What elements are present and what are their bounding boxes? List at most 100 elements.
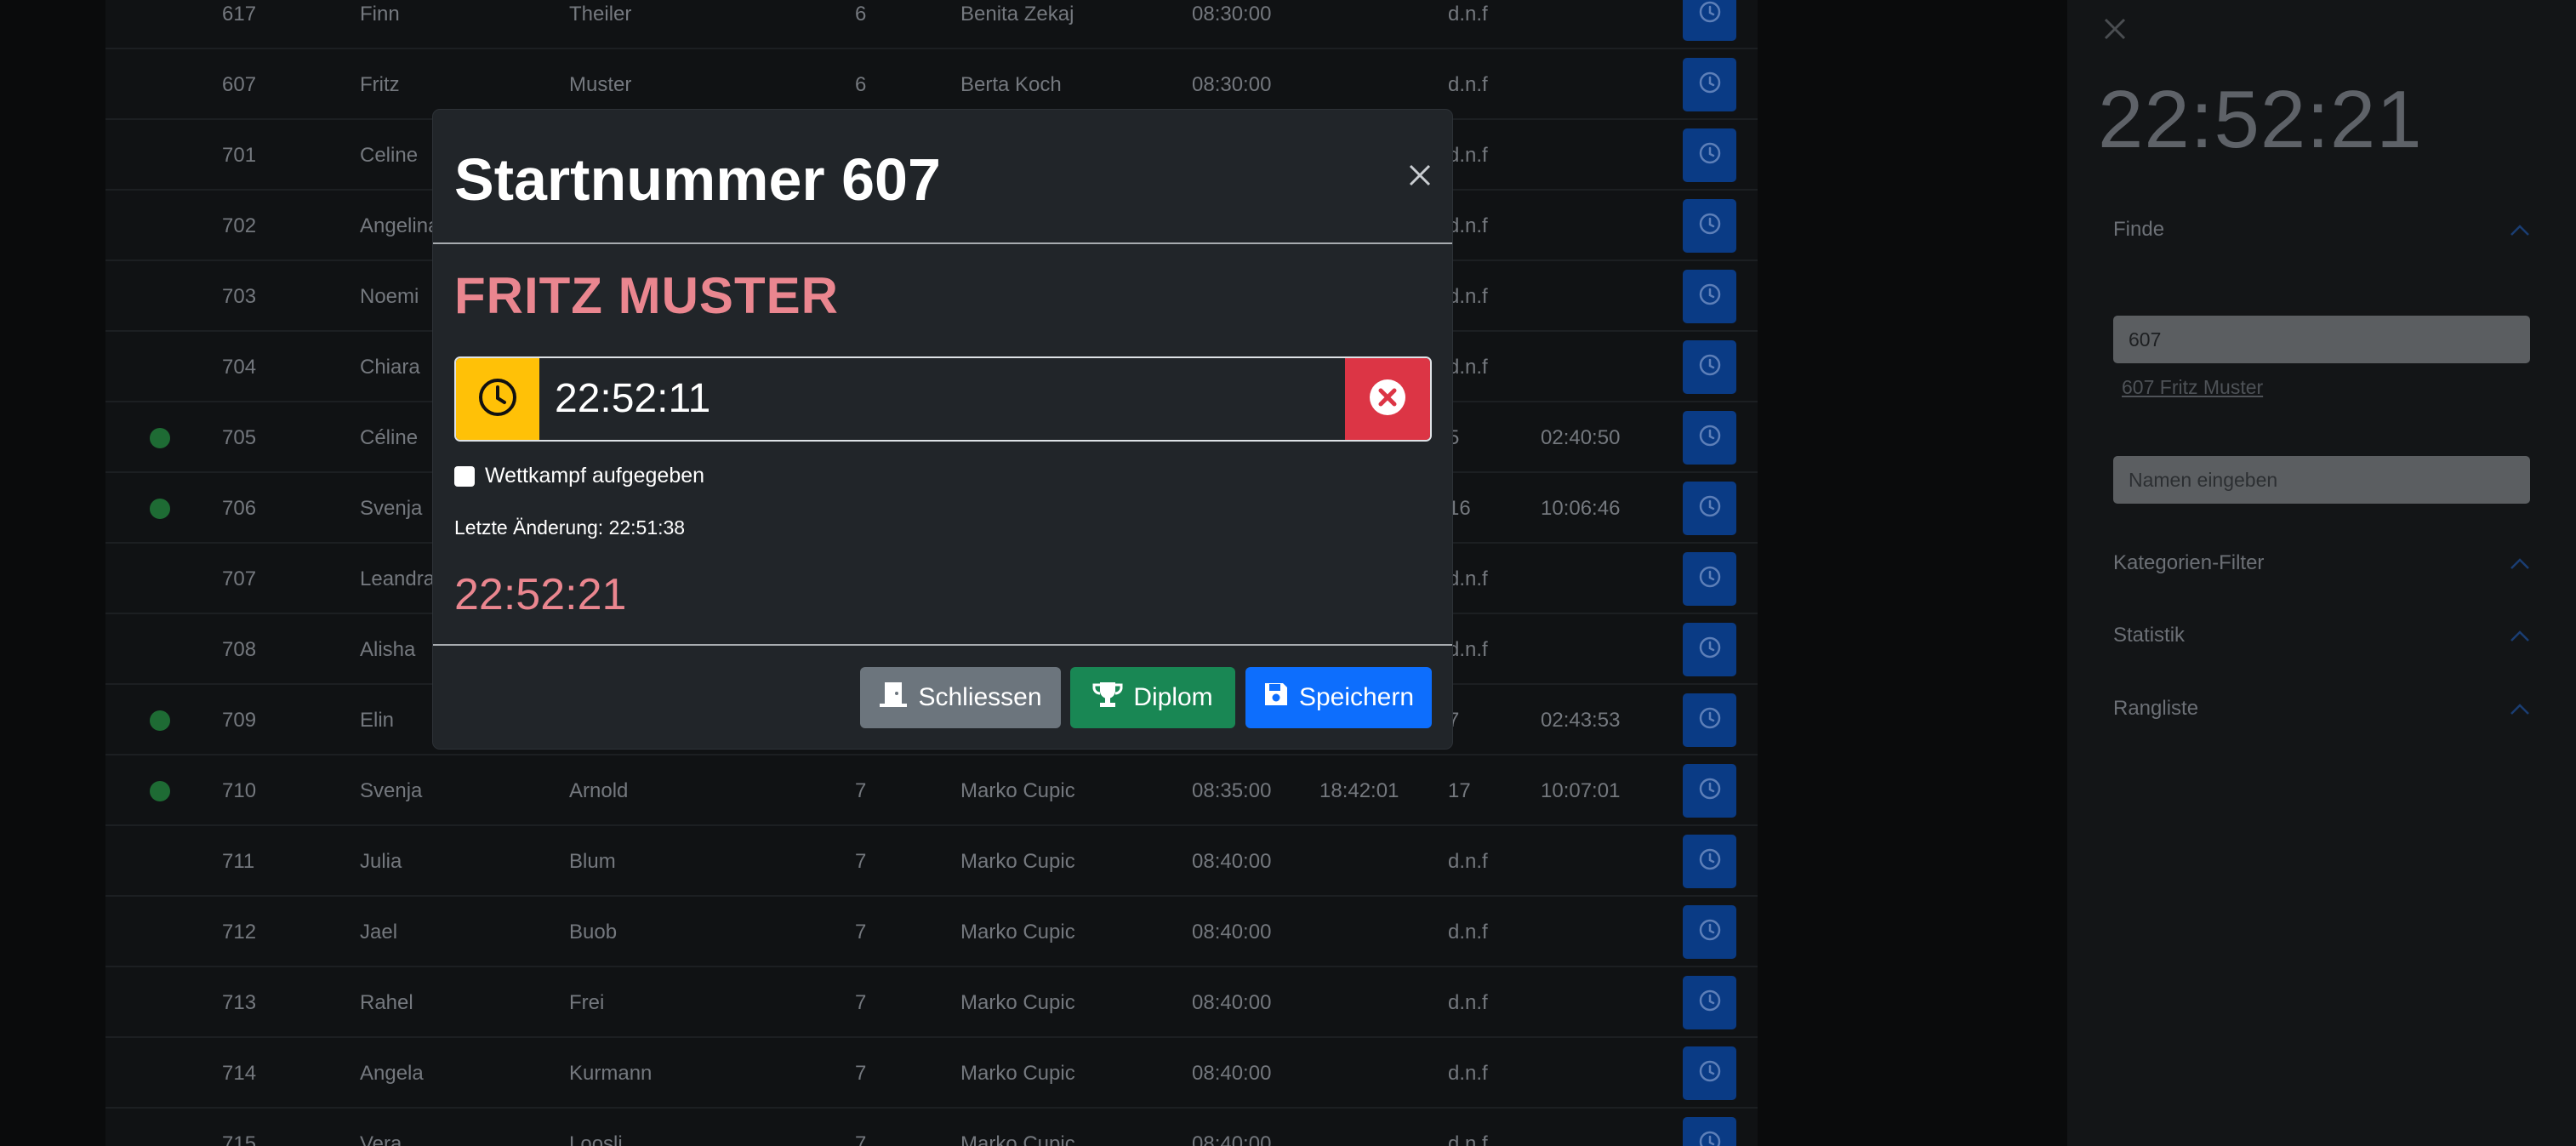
clock-icon [1698, 989, 1722, 1017]
cell-first: Alisha [360, 638, 416, 661]
clock-icon [1698, 706, 1722, 734]
clock-icon [1698, 1130, 1722, 1146]
row-time-button[interactable] [1683, 905, 1736, 959]
search-result-link[interactable]: 607 Fritz Muster [2122, 376, 2263, 399]
cell-cat: 7 [855, 779, 867, 802]
save-button[interactable]: Speichern [1245, 667, 1432, 728]
cell-rank: d.n.f [1448, 638, 1488, 661]
row-time-button[interactable] [1683, 340, 1736, 394]
cell-start: 08:35:00 [1192, 779, 1272, 802]
cell-last: Kurmann [569, 1062, 653, 1085]
cell-start: 08:40:00 [1192, 1062, 1272, 1085]
clock-icon [1698, 777, 1722, 805]
section-category-filter[interactable]: Kategorien-Filter [2113, 551, 2530, 575]
time-input[interactable]: 22:52:11 [539, 358, 1348, 440]
cell-first: Julia [360, 850, 402, 873]
section-statistics-label: Statistik [2113, 624, 2186, 647]
modal-close-icon[interactable] [1405, 161, 1434, 190]
table-row: 710 Svenja Arnold 7 Marko Cupic 08:35:00 18:42… [105, 755, 1758, 826]
athlete-name: FRITZ MUSTER [454, 267, 839, 324]
cell-rank: d.n.f [1448, 285, 1488, 308]
cell-last: Blum [569, 850, 616, 873]
gave-up-label: Wettkampf aufgegeben [485, 464, 705, 487]
status-dot [150, 781, 170, 801]
cell-first: Finn [360, 3, 400, 26]
status-dot [150, 428, 170, 448]
cell-rank: d.n.f [1448, 567, 1488, 590]
gave-up-checkbox[interactable] [454, 465, 475, 487]
cell-rank: 17 [1448, 779, 1471, 802]
cell-cat: 7 [855, 1132, 867, 1146]
cell-last: Theiler [569, 3, 632, 26]
close-button-label: Schliessen [918, 683, 1042, 711]
clock-icon [1698, 565, 1722, 593]
cell-coach: Marko Cupic [960, 1062, 1075, 1085]
search-input[interactable]: 607 [2113, 316, 2530, 363]
clock-icon [1698, 424, 1722, 452]
cell-nr: 707 [222, 567, 257, 590]
section-statistics[interactable]: Statistik [2113, 624, 2530, 647]
row-time-button[interactable] [1683, 199, 1736, 253]
cell-finish: 18:42:01 [1319, 779, 1399, 802]
row-time-button[interactable] [1683, 693, 1736, 747]
table-row: 617 Finn Theiler 6 Benita Zekaj 08:30:00 d.n.f [105, 0, 1758, 49]
row-time-button[interactable] [1683, 1117, 1736, 1146]
section-ranking[interactable]: Rangliste [2113, 697, 2530, 721]
table-row: 715 Vera Loosli 7 Marko Cupic 08:40:00 d.n.f [105, 1109, 1758, 1146]
row-time-button[interactable] [1683, 270, 1736, 323]
close-button[interactable]: Schliessen [860, 667, 1061, 728]
cell-nr: 713 [222, 991, 257, 1014]
chevron-up-icon [2510, 220, 2530, 243]
chevron-up-icon [2510, 553, 2530, 577]
table-row: 714 Angela Kurmann 7 Marko Cupic 08:40:00 d.n.… [105, 1038, 1758, 1109]
status-dot [150, 710, 170, 731]
sidebar: 22:52:21 Finde 607 607 Fritz Muster Name… [2067, 0, 2576, 1146]
row-time-button[interactable] [1683, 0, 1736, 41]
cell-rank: d.n.f [1448, 3, 1488, 26]
cell-first: Chiara [360, 356, 420, 379]
cell-cat: 6 [855, 3, 867, 26]
diplom-button-label: Diplom [1133, 683, 1213, 711]
door-icon [879, 681, 908, 715]
cell-rank: d.n.f [1448, 921, 1488, 944]
clock-icon [1698, 1059, 1722, 1087]
sidebar-close-icon[interactable] [2098, 12, 2132, 46]
clock-icon [1698, 353, 1722, 381]
row-time-button[interactable] [1683, 552, 1736, 606]
clock-icon [1698, 0, 1722, 28]
name-input[interactable]: Namen eingeben [2113, 456, 2530, 504]
cell-nr: 705 [222, 426, 257, 449]
row-time-button[interactable] [1683, 58, 1736, 111]
cell-cat: 7 [855, 991, 867, 1014]
cell-rank: d.n.f [1448, 73, 1488, 96]
section-find[interactable]: Finde [2113, 218, 2530, 242]
set-time-button[interactable] [456, 358, 539, 440]
cell-nr: 708 [222, 638, 257, 661]
cell-nr: 617 [222, 3, 257, 26]
row-time-button[interactable] [1683, 976, 1736, 1029]
section-ranking-label: Rangliste [2113, 697, 2199, 720]
cell-rank: d.n.f [1448, 144, 1488, 167]
row-time-button[interactable] [1683, 411, 1736, 465]
row-time-button[interactable] [1683, 764, 1736, 818]
cell-start: 08:40:00 [1192, 921, 1272, 944]
clock-icon [1698, 636, 1722, 664]
gave-up-option[interactable]: Wettkampf aufgegeben [454, 464, 704, 488]
cell-rank: d.n.f [1448, 1062, 1488, 1085]
cell-dur: 10:06:46 [1541, 497, 1621, 520]
edit-time-modal: Startnummer 607 FRITZ MUSTER 22:52:11 We… [433, 110, 1452, 749]
cell-rank: d.n.f [1448, 1132, 1488, 1146]
table-row: 712 Jael Buob 7 Marko Cupic 08:40:00 d.n.f [105, 897, 1758, 967]
cell-start: 08:30:00 [1192, 3, 1272, 26]
clear-time-button[interactable] [1345, 358, 1430, 440]
cell-first: Svenja [360, 497, 423, 520]
cell-rank: d.n.f [1448, 850, 1488, 873]
diplom-button[interactable]: Diplom [1070, 667, 1235, 728]
row-time-button[interactable] [1683, 482, 1736, 535]
row-time-button[interactable] [1683, 1046, 1736, 1100]
cell-last: Loosli [569, 1132, 623, 1146]
row-time-button[interactable] [1683, 623, 1736, 676]
row-time-button[interactable] [1683, 835, 1736, 888]
row-time-button[interactable] [1683, 128, 1736, 182]
cell-nr: 704 [222, 356, 257, 379]
